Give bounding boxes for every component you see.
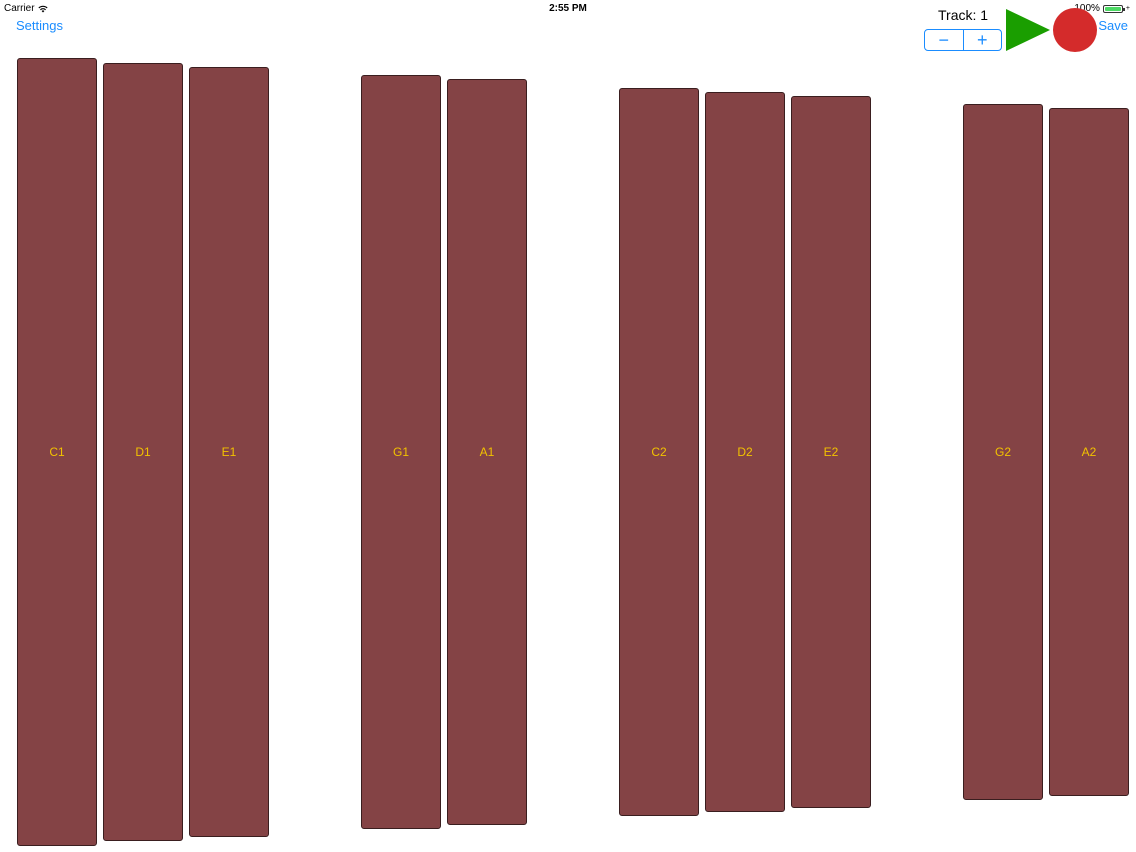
key-label: A2	[1081, 445, 1097, 459]
app-screen: Carrier 2:55 PM 100% + Settings Save Tra…	[0, 0, 1136, 852]
key-label: D1	[135, 445, 151, 459]
key-label: G1	[392, 445, 409, 459]
track-increment-button[interactable]: +	[964, 30, 1002, 50]
track-decrement-button[interactable]: −	[925, 30, 963, 50]
battery-icon	[1102, 4, 1125, 13]
key-c2[interactable]: C2	[619, 88, 699, 816]
settings-button[interactable]: Settings	[16, 18, 63, 33]
key-g2[interactable]: G2	[963, 104, 1043, 800]
key-label: E1	[221, 445, 237, 459]
save-button[interactable]: Save	[1098, 18, 1128, 33]
key-d2[interactable]: D2	[705, 92, 785, 812]
key-label: A1	[479, 445, 495, 459]
track-label: Track: 1	[938, 7, 989, 23]
record-icon[interactable]	[1053, 8, 1097, 52]
key-g1[interactable]: G1	[361, 75, 441, 829]
key-a1[interactable]: A1	[447, 79, 527, 825]
key-e2[interactable]: E2	[791, 96, 871, 808]
key-label: C1	[49, 445, 65, 459]
battery-fill	[1104, 6, 1121, 11]
key-d1[interactable]: D1	[103, 63, 183, 841]
charging-icon: +	[1125, 5, 1130, 12]
key-label: C2	[651, 445, 667, 459]
key-label: D2	[737, 445, 753, 459]
key-label: E2	[823, 445, 839, 459]
key-a2[interactable]: A2	[1049, 108, 1129, 796]
key-e1[interactable]: E1	[189, 67, 269, 837]
battery-tip	[1122, 7, 1125, 11]
key-label: G2	[994, 445, 1011, 459]
track-stepper: − +	[924, 29, 1002, 51]
play-icon[interactable]	[1006, 9, 1050, 51]
key-c1[interactable]: C1	[17, 58, 97, 846]
